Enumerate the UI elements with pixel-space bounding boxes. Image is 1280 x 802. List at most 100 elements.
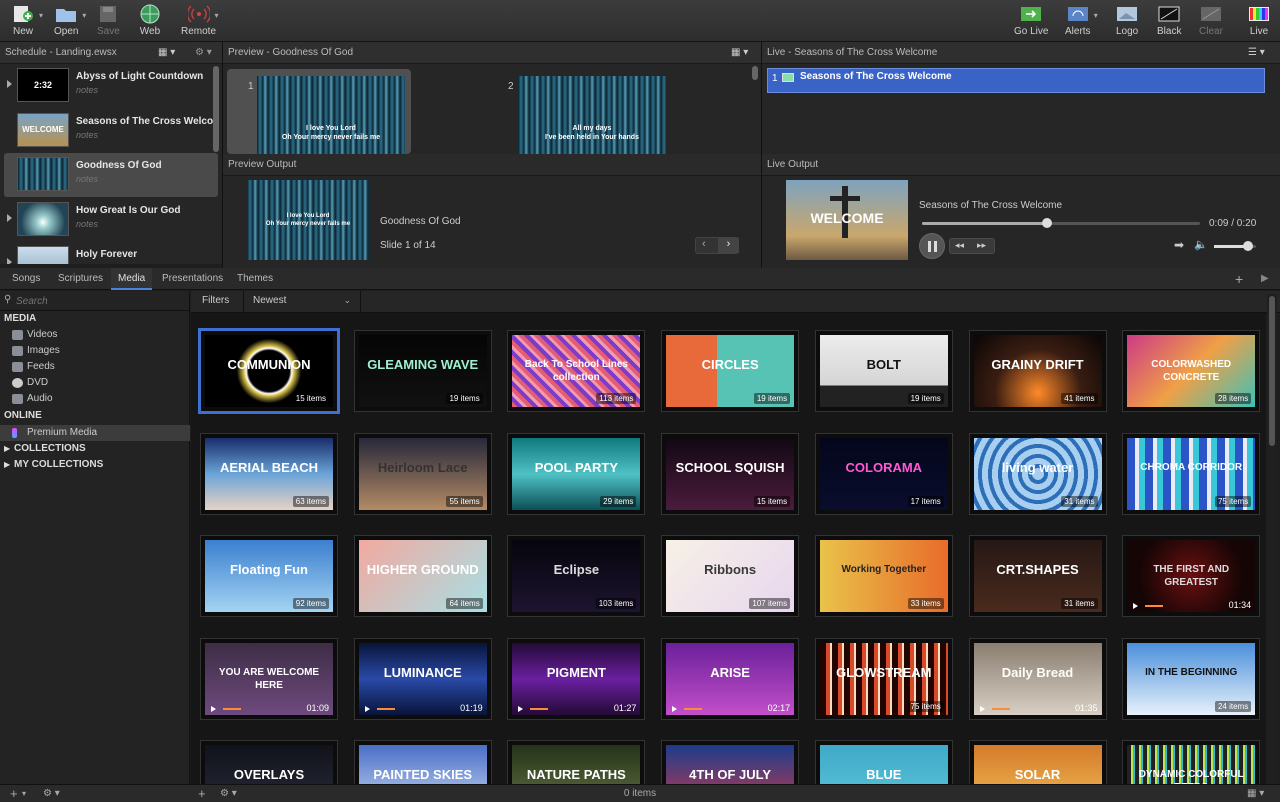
- sidebar-item-dvd[interactable]: DVD: [12, 375, 217, 391]
- alerts-button[interactable]: ▾ Alerts: [1065, 4, 1098, 40]
- tab-presentations[interactable]: Presentations: [162, 268, 223, 290]
- add-icon[interactable]: +: [1235, 268, 1243, 290]
- pause-button[interactable]: [919, 233, 945, 259]
- media-card[interactable]: Eclipse 103 items: [507, 535, 646, 617]
- play-icon[interactable]: [364, 705, 370, 712]
- play-icon[interactable]: [979, 705, 985, 712]
- sidebar-item-feeds[interactable]: Feeds: [12, 359, 217, 375]
- open-button[interactable]: ▾ Open: [54, 4, 86, 40]
- media-card[interactable]: SOLAR: [968, 740, 1107, 784]
- progress-knob[interactable]: [1042, 218, 1053, 228]
- grid-view-icon[interactable]: ▦ ▾: [1247, 785, 1264, 802]
- grid-view-icon[interactable]: ▦ ▾: [731, 42, 748, 64]
- expand-icon[interactable]: [7, 214, 12, 222]
- web-button[interactable]: Web: [139, 4, 161, 40]
- media-card[interactable]: ARISE 02:17: [661, 637, 800, 720]
- tab-scriptures[interactable]: Scriptures: [58, 268, 103, 290]
- media-card[interactable]: PIGMENT 01:27: [507, 637, 646, 720]
- schedule-item-selected[interactable]: Goodness Of God notes: [4, 153, 218, 197]
- expand-icon[interactable]: [7, 80, 12, 88]
- schedule-scrollbar[interactable]: [213, 66, 219, 152]
- media-card[interactable]: CRT.SHAPES 31 items: [968, 535, 1107, 617]
- schedule-item[interactable]: Holy Forever: [0, 242, 218, 264]
- next-slide-button[interactable]: ›: [718, 238, 739, 253]
- sidebar-item-premium-media[interactable]: Premium Media: [0, 425, 190, 441]
- live-item-selected[interactable]: 1 Seasons of The Cross Welcome: [767, 68, 1265, 93]
- media-card[interactable]: GRAINY DRIFT 41 items: [968, 330, 1107, 412]
- tab-themes[interactable]: Themes: [237, 268, 273, 290]
- sidebar-collections[interactable]: ▶ COLLECTIONS: [4, 441, 194, 457]
- media-card[interactable]: Daily Bread 01:35: [968, 637, 1107, 720]
- gear-icon[interactable]: ⚙ ▾: [195, 42, 212, 64]
- tab-songs[interactable]: Songs: [12, 268, 40, 290]
- media-card[interactable]: CHROMA CORRIDOR 75 items: [1122, 432, 1261, 515]
- new-button[interactable]: ▾ New: [12, 4, 43, 40]
- clear-button[interactable]: Clear: [1199, 4, 1223, 40]
- media-card[interactable]: OVERLAYS: [200, 740, 338, 784]
- media-card[interactable]: PAINTED SKIES: [353, 740, 492, 784]
- media-card[interactable]: Heirloom Lace 55 items: [353, 432, 492, 515]
- grid-scrollbar[interactable]: [1269, 296, 1275, 446]
- playback-progress[interactable]: [922, 218, 1200, 228]
- sidebar-my-collections[interactable]: ▶ MY COLLECTIONS: [4, 457, 194, 473]
- search-input[interactable]: [16, 293, 186, 309]
- output-route-icon[interactable]: ➡: [1174, 238, 1184, 252]
- tab-media[interactable]: Media: [111, 268, 153, 290]
- list-view-icon[interactable]: ☰ ▾: [1248, 42, 1265, 64]
- play-icon[interactable]: [518, 705, 524, 712]
- remote-button[interactable]: ▾ Remote: [181, 4, 219, 40]
- media-card[interactable]: Back To School Lines collection 113 items: [507, 330, 646, 412]
- media-card[interactable]: POOL PARTY 29 items: [507, 432, 646, 515]
- play-icon[interactable]: ▶: [1261, 268, 1269, 290]
- media-card[interactable]: Ribbons 107 items: [661, 535, 800, 617]
- media-card-selected[interactable]: COMMUNION 15 items: [198, 328, 340, 414]
- media-card[interactable]: BLUE: [814, 740, 953, 784]
- play-icon[interactable]: [211, 705, 216, 712]
- media-card[interactable]: YOU ARE WELCOME HERE 01:09: [200, 637, 338, 720]
- play-icon[interactable]: [672, 705, 678, 712]
- sidebar-item-videos[interactable]: Videos: [12, 327, 217, 343]
- schedule-item[interactable]: How Great Is Our God notes: [0, 198, 218, 242]
- sidebar-item-images[interactable]: Images: [12, 343, 217, 359]
- preview-scrollbar[interactable]: [752, 66, 758, 80]
- sort-dropdown[interactable]: Newest ⌄: [243, 291, 361, 312]
- black-button[interactable]: Black: [1157, 4, 1181, 40]
- media-card[interactable]: CIRCLES 19 items: [661, 330, 800, 412]
- media-card[interactable]: GLOWSTREAM 75 items: [814, 637, 953, 720]
- schedule-item[interactable]: 2:32 Abyss of Light Countdown notes: [0, 64, 218, 108]
- live-button[interactable]: Live: [1248, 4, 1270, 40]
- media-card[interactable]: COLORAMA 17 items: [814, 432, 953, 515]
- search-box[interactable]: ⚲: [0, 291, 190, 311]
- play-icon[interactable]: [1133, 603, 1139, 609]
- expand-icon[interactable]: [7, 258, 12, 264]
- slide[interactable]: 2 All my days I've been held in Your hand…: [503, 69, 687, 154]
- volume-knob[interactable]: [1242, 241, 1253, 251]
- media-card[interactable]: THE FIRST AND GREATEST 01:34: [1122, 535, 1261, 617]
- media-card[interactable]: SCHOOL SQUISH 15 items: [661, 432, 800, 515]
- logo-button[interactable]: Logo: [1116, 4, 1138, 40]
- filters-button[interactable]: Filters: [202, 295, 229, 306]
- media-card[interactable]: IN THE BEGINNING 24 items: [1122, 637, 1261, 720]
- media-card[interactable]: NATURE PATHS: [507, 740, 646, 784]
- volume-slider[interactable]: [1214, 241, 1256, 251]
- rewind-button[interactable]: ◂◂: [955, 240, 964, 251]
- media-card[interactable]: COLORWASHED CONCRETE 28 items: [1122, 330, 1261, 412]
- schedule-item[interactable]: WELCOME Seasons of The Cross Welcome not…: [0, 109, 218, 153]
- grid-view-icon[interactable]: ▦ ▾: [158, 42, 175, 64]
- media-card[interactable]: living water 31 items: [968, 432, 1107, 515]
- sidebar-item-audio[interactable]: Audio: [12, 391, 217, 407]
- media-card[interactable]: HIGHER GROUND 64 items: [353, 535, 492, 617]
- go-live-button[interactable]: Go Live: [1014, 4, 1048, 40]
- save-button[interactable]: Save: [97, 4, 120, 40]
- speaker-icon[interactable]: 🔈: [1194, 238, 1208, 251]
- forward-button[interactable]: ▸▸: [977, 240, 986, 251]
- slide-selected[interactable]: 1 I love You Lord Oh Your mercy never fai…: [227, 69, 411, 154]
- media-card[interactable]: LUMINANCE 01:19: [353, 637, 492, 720]
- media-card[interactable]: 4TH OF JULY: [661, 740, 800, 784]
- media-card[interactable]: Working Together 33 items: [814, 535, 953, 617]
- media-card[interactable]: DYNAMIC COLORFUL RETRO: [1122, 740, 1261, 784]
- media-card[interactable]: Floating Fun 92 items: [200, 535, 338, 617]
- previous-slide-button[interactable]: ‹: [702, 238, 706, 250]
- media-card[interactable]: AERIAL BEACH 63 items: [200, 432, 338, 515]
- media-card[interactable]: GLEAMING WAVE 19 items: [353, 330, 492, 412]
